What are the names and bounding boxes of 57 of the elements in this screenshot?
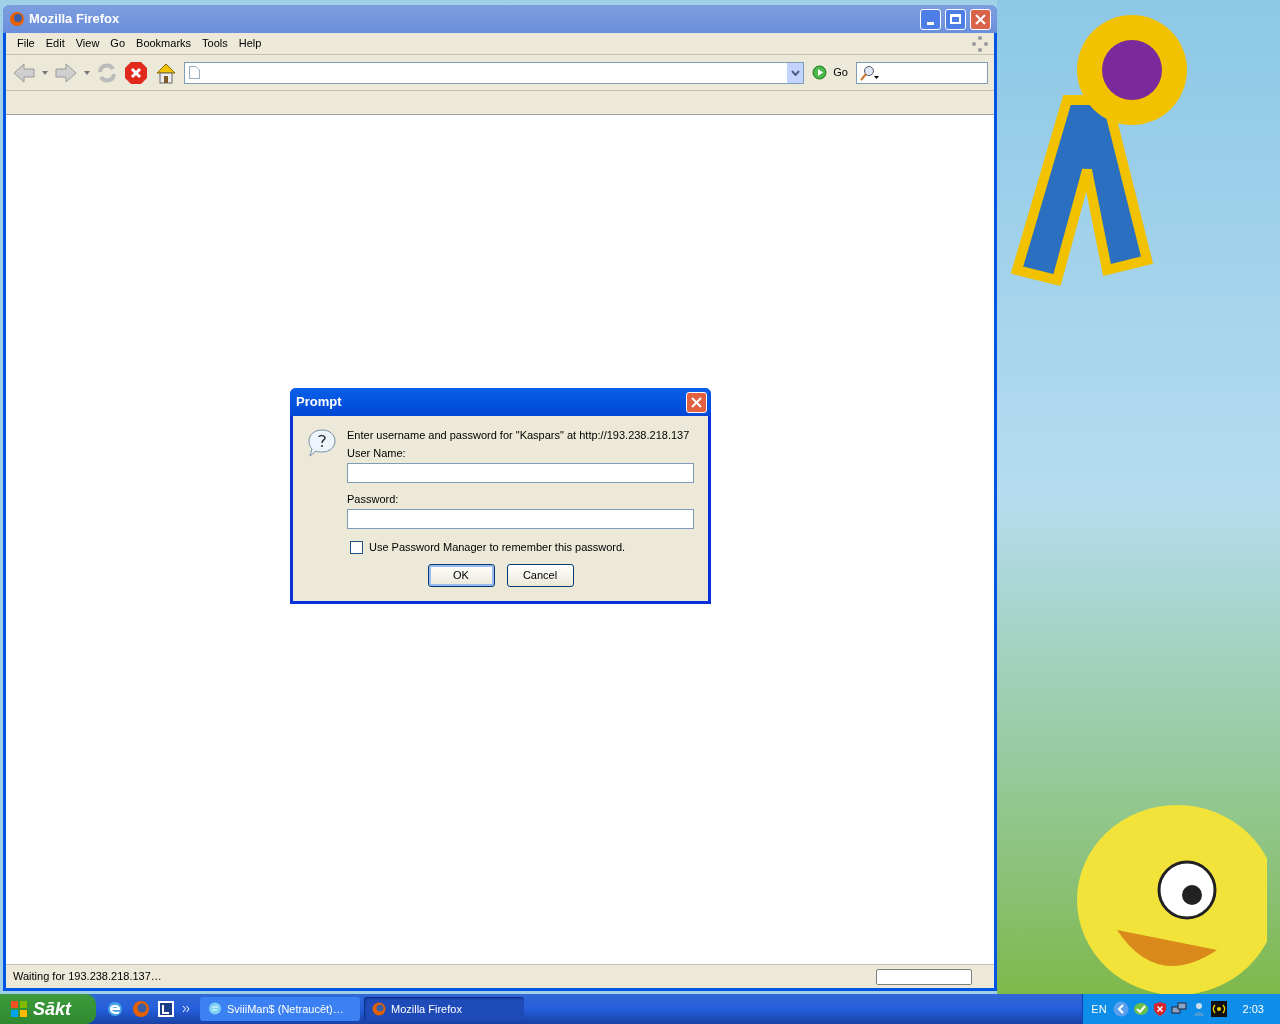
forward-arrow-icon[interactable] [54, 61, 78, 84]
network-icon[interactable] [1170, 1001, 1187, 1017]
menu-item[interactable]: Go [105, 33, 131, 54]
status-text: Waiting for 193.238.218.137… [13, 969, 163, 985]
dialog-button[interactable]: Cancel [506, 563, 574, 587]
taskbar-button[interactable]: SviiiMan$ (Netraucēt)… [200, 997, 360, 1021]
taskbar-button[interactable]: Mozilla Firefox [364, 997, 524, 1021]
go-button[interactable]: Go [810, 64, 850, 81]
dialog-button[interactable]: OK [427, 563, 495, 587]
back-arrow-icon[interactable] [12, 61, 36, 84]
menu-item[interactable]: Help [233, 33, 267, 54]
dropdown-caret-icon[interactable] [42, 70, 48, 75]
menu-item[interactable]: Tools [197, 33, 233, 54]
dialog-message: Enter username and password for "Kaspars" at http://193.238.218.137 [347, 428, 691, 442]
close-icon [691, 396, 702, 408]
address-bar[interactable] [184, 61, 805, 84]
page-icon [189, 66, 200, 79]
maximize-button[interactable] [945, 8, 966, 30]
search-icon [860, 64, 880, 81]
throbber-icon [972, 35, 988, 52]
close-button[interactable] [686, 391, 707, 413]
field-label: Password: [347, 492, 400, 506]
browser-logo-icon [372, 1002, 386, 1016]
start-button[interactable]: Sākt [0, 994, 96, 1024]
chevron-double-icon[interactable] [182, 1005, 190, 1013]
close-icon [975, 13, 986, 25]
play-icon [812, 65, 828, 80]
checkbox-label: Use Password Manager to remember this password. [369, 540, 626, 555]
close-button[interactable] [970, 8, 991, 30]
check-bubble-icon[interactable] [1132, 1001, 1149, 1017]
dialog-title: Prompt [296, 393, 343, 412]
minimize-button[interactable] [920, 8, 941, 30]
dropdown-button[interactable] [787, 62, 804, 83]
browser-logo-icon [9, 11, 25, 27]
search-field[interactable] [856, 61, 988, 84]
input-field[interactable] [347, 463, 694, 483]
dropdown-caret-icon[interactable] [84, 70, 90, 75]
input-field[interactable] [347, 509, 694, 529]
chevron-icon [790, 69, 800, 76]
globe-e-icon[interactable] [106, 1000, 124, 1018]
app-square-icon[interactable] [158, 1001, 174, 1017]
stop-icon[interactable] [124, 60, 148, 85]
chevron-left-icon[interactable] [1112, 1001, 1129, 1017]
broadcast-icon[interactable] [1210, 1001, 1227, 1017]
menu-item[interactable]: Bookmarks [131, 33, 197, 54]
question-bubble-icon [307, 428, 337, 458]
windows-logo-icon [10, 1000, 28, 1018]
field-label: User Name: [347, 446, 407, 460]
checkbox[interactable] [350, 540, 363, 554]
menu-item[interactable]: View [70, 33, 105, 54]
shield-icon[interactable] [1152, 1001, 1167, 1017]
browser-logo-icon[interactable] [132, 1000, 150, 1018]
menu-item[interactable]: File [12, 33, 40, 54]
window-title: Mozilla Firefox [29, 10, 121, 29]
clock: 2:03 [1242, 1001, 1264, 1017]
menu-item[interactable]: Edit [40, 33, 70, 54]
chat-bubble-icon [208, 1002, 222, 1016]
